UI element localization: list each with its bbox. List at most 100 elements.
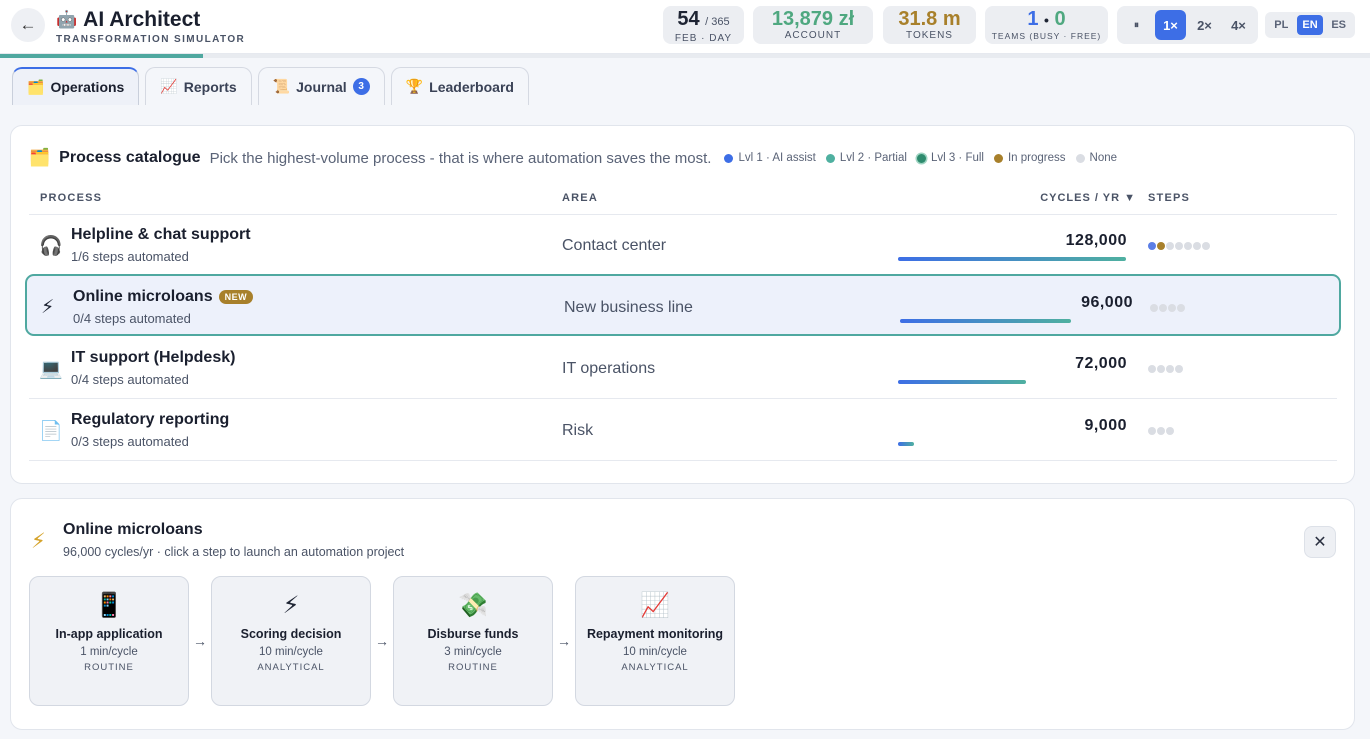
- step-status-dot: [1175, 242, 1183, 250]
- process-name: IT support (Helpdesk): [71, 349, 236, 366]
- catalogue-title: Process catalogue: [59, 149, 201, 166]
- process-name: Helpline & chat support: [71, 226, 251, 243]
- trophy-icon: 🏆: [405, 78, 424, 94]
- scroll-icon: 📜: [272, 78, 291, 94]
- lightning-icon: ⚡: [41, 297, 55, 318]
- speed-2x-button[interactable]: 2×: [1189, 10, 1220, 40]
- step-kind: ROUTINE: [448, 662, 498, 673]
- chart-up-icon: 📈: [640, 592, 670, 619]
- step-status-dot: [1157, 365, 1165, 373]
- pause-button[interactable]: ⏸: [1121, 10, 1152, 40]
- catalogue-subtitle: Pick the highest-volume process - that i…: [209, 149, 712, 167]
- process-row[interactable]: ⚡ Online microloans NEW 0/4 steps automa…: [25, 274, 1341, 336]
- process-cycles: 128,000: [1065, 232, 1127, 249]
- step-status-dot: [1157, 242, 1165, 250]
- step-status-dot: [1166, 242, 1174, 250]
- step-status-dots: [1148, 365, 1183, 373]
- lang-pl-button[interactable]: PL: [1268, 15, 1295, 35]
- app-title-text: AI Architect: [83, 8, 201, 31]
- volume-bar: [898, 442, 914, 446]
- step-time: 10 min/cycle: [259, 646, 323, 658]
- volume-bar: [898, 380, 1027, 384]
- step-status-dot: [1159, 304, 1167, 312]
- catalogue-header: 🗂️ Process catalogue Pick the highest-vo…: [29, 148, 1117, 168]
- year-progress-fill: [0, 54, 203, 58]
- process-area: Contact center: [562, 237, 667, 254]
- close-button[interactable]: ✕: [1304, 526, 1336, 558]
- process-name: Regulatory reporting: [71, 411, 230, 428]
- back-button[interactable]: ←: [11, 8, 45, 42]
- step-status-dot: [1184, 242, 1192, 250]
- account-value: 13,879 zł: [771, 8, 855, 30]
- step-status-dot: [1202, 242, 1210, 250]
- legend: Lvl 1 · AI assist Lvl 2 · Partial Lvl 3 …: [724, 152, 1117, 164]
- tokens-stat: 31.8 m TOKENS: [883, 6, 976, 44]
- step-status-dots: [1148, 242, 1210, 250]
- process-row[interactable]: 🎧 Helpline & chat support 1/6 steps auto…: [29, 214, 1337, 276]
- main-tabs: 🗂️ Operations 📈 Reports 📜 Journal 3 🏆 Le…: [12, 67, 529, 105]
- process-cycles: 72,000: [1075, 355, 1127, 372]
- step-kind: ROUTINE: [84, 662, 134, 673]
- tab-label: Journal: [296, 78, 347, 95]
- speed-1x-button[interactable]: 1×: [1155, 10, 1186, 40]
- day-stat: 54 / 365 FEB · DAY: [663, 6, 744, 44]
- headphones-icon: 🎧: [39, 236, 63, 257]
- step-time: 3 min/cycle: [444, 646, 502, 658]
- legend-item: In progress: [993, 152, 1066, 164]
- brand: 🤖 AI Architect TRANSFORMATION SIMULATOR: [56, 7, 245, 45]
- step-name: Disburse funds: [427, 627, 519, 641]
- step-card[interactable]: 📱 In-app application 1 min/cycle ROUTINE: [29, 576, 189, 706]
- tab-journal[interactable]: 📜 Journal 3: [257, 67, 385, 105]
- app-title: 🤖 AI Architect: [56, 7, 245, 33]
- process-catalogue: 🗂️ Process catalogue Pick the highest-vo…: [10, 125, 1355, 484]
- process-row[interactable]: 💻 IT support (Helpdesk) 0/4 steps automa…: [29, 337, 1337, 399]
- column-header-cycles-sort[interactable]: CYCLES / YR ▼: [1040, 192, 1136, 204]
- step-status-dot: [1193, 242, 1201, 250]
- legend-dot-icon: [825, 153, 835, 163]
- tokens-label: TOKENS: [906, 30, 953, 41]
- process-detail-panel: ⚡ Online microloans 96,000 cycles/yr · c…: [10, 498, 1355, 730]
- step-status-dot: [1177, 304, 1185, 312]
- process-row[interactable]: 📄 Regulatory reporting 0/3 steps automat…: [29, 399, 1337, 461]
- legend-item: Lvl 1 · AI assist: [724, 152, 816, 164]
- teams-busy: 1: [1027, 8, 1039, 30]
- process-cycles: 9,000: [1084, 417, 1127, 434]
- tab-label: Reports: [183, 78, 237, 95]
- process-automation-status: 0/4 steps automated: [71, 372, 189, 387]
- process-automation-status: 0/3 steps automated: [71, 434, 189, 449]
- pause-icon: ⏸: [1134, 19, 1139, 31]
- step-status-dot: [1150, 304, 1158, 312]
- volume-bar: [900, 319, 1071, 323]
- tab-leaderboard[interactable]: 🏆 Leaderboard: [390, 67, 529, 105]
- step-status-dots: [1148, 427, 1174, 435]
- app-subtitle: TRANSFORMATION SIMULATOR: [56, 34, 246, 45]
- speed-4x-button[interactable]: 4×: [1223, 10, 1254, 40]
- tab-label: Operations: [50, 79, 125, 95]
- speed-controls: ⏸ 1× 2× 4×: [1117, 6, 1258, 44]
- tab-reports[interactable]: 📈 Reports: [145, 67, 252, 105]
- phone-icon: 📱: [94, 592, 124, 619]
- step-status-dot: [1166, 427, 1174, 435]
- step-card[interactable]: ⚡ Scoring decision 10 min/cycle ANALYTIC…: [211, 576, 371, 706]
- lang-en-button[interactable]: EN: [1296, 15, 1324, 35]
- volume-bar: [898, 257, 1126, 261]
- step-status-dot: [1148, 365, 1156, 373]
- step-card[interactable]: 💸 Disburse funds 3 min/cycle ROUTINE: [393, 576, 553, 706]
- arrow-left-icon: ←: [19, 15, 37, 34]
- day-total: / 365: [705, 16, 730, 28]
- column-header-area: AREA: [562, 192, 598, 204]
- process-automation-status: 0/4 steps automated: [73, 311, 191, 326]
- process-automation-status: 1/6 steps automated: [71, 249, 189, 264]
- step-time: 1 min/cycle: [80, 646, 138, 658]
- lang-es-button[interactable]: ES: [1325, 15, 1352, 35]
- legend-item: Lvl 2 · Partial: [825, 152, 907, 164]
- step-status-dot: [1148, 427, 1156, 435]
- tokens-value: 31.8 m: [898, 8, 961, 30]
- legend-dot-icon: [916, 153, 926, 163]
- step-status-dot: [1157, 427, 1165, 435]
- year-progress-bar: [0, 54, 1370, 58]
- tab-operations[interactable]: 🗂️ Operations: [12, 67, 140, 105]
- step-card[interactable]: 📈 Repayment monitoring 10 min/cycle ANAL…: [575, 576, 735, 706]
- teams-stat: 1 • 0 TEAMS (BUSY · FREE): [985, 6, 1108, 44]
- robot-icon: 🤖: [56, 10, 78, 29]
